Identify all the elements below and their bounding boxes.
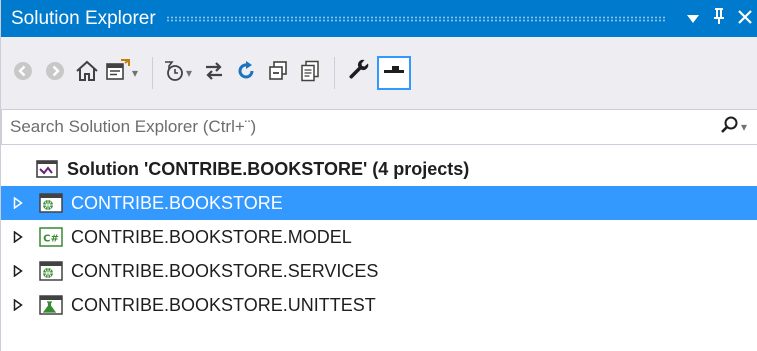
web-project-icon [39,260,63,282]
pin-button[interactable] [706,5,732,33]
drag-grip[interactable] [165,15,666,22]
web-project-icon [39,192,63,214]
close-button[interactable] [732,5,757,33]
expand-arrow-icon[interactable] [1,197,35,209]
collapse-all-button[interactable] [264,56,292,90]
back-circle-icon [13,61,33,86]
toolbar-separator [334,57,336,89]
solution-explorer-panel: Solution Explorer ▾ ▾ Search Solution Ex… [0,0,757,351]
home-button[interactable] [73,56,101,90]
properties-button[interactable] [345,56,373,90]
show-all-files-icon [299,60,321,87]
project-node[interactable]: CONTRIBE.BOOKSTORE.SERVICES [1,254,757,288]
collapse-all-icon [267,60,289,87]
solution-icon [35,158,59,180]
project-label: CONTRIBE.BOOKSTORE.MODEL [71,226,352,247]
wrench-icon [347,59,371,88]
switch-views-button[interactable]: ▾ [105,56,142,90]
chevron-down-icon: ▾ [186,66,193,80]
search-icon [720,115,740,140]
switch-views-icon [105,58,131,88]
project-node[interactable]: CONTRIBE.BOOKSTORE.UNITTEST [1,288,757,322]
solution-tree: Solution 'CONTRIBE.BOOKSTORE' (4 project… [1,152,757,322]
project-node[interactable]: C# CONTRIBE.BOOKSTORE.MODEL [1,220,757,254]
solution-label: Solution 'CONTRIBE.BOOKSTORE' (4 project… [67,158,470,179]
back-button[interactable] [9,56,37,90]
search-input[interactable] [2,116,720,138]
pin-icon [712,7,726,30]
toolbar-separator [152,57,154,89]
options-dropdown-button[interactable] [680,5,706,33]
test-project-icon [39,294,63,316]
forward-button[interactable] [41,56,69,90]
solution-node[interactable]: Solution 'CONTRIBE.BOOKSTORE' (4 project… [1,152,757,186]
project-label: CONTRIBE.BOOKSTORE.UNITTEST [71,294,376,315]
panel-title: Solution Explorer [11,7,156,29]
project-label: CONTRIBE.BOOKSTORE [71,192,283,213]
chevron-down-icon: ▾ [132,66,139,80]
close-icon [738,8,752,29]
home-icon [75,60,99,87]
preview-icon [383,64,405,83]
refresh-icon [235,60,257,87]
forward-circle-icon [45,61,65,86]
expand-arrow-icon[interactable] [1,231,35,243]
title-bar[interactable]: Solution Explorer [1,0,757,37]
svg-text:C#: C# [43,234,59,245]
project-node[interactable]: CONTRIBE.BOOKSTORE [1,186,757,220]
sync-arrows-icon [203,60,225,87]
triangle-down-icon [687,8,699,29]
sync-active-document-button[interactable] [200,56,228,90]
search-options-button[interactable]: ▾ [720,115,757,140]
toolbar: ▾ ▾ [1,37,757,109]
refresh-button[interactable] [232,56,260,90]
project-label: CONTRIBE.BOOKSTORE.SERVICES [71,260,379,281]
expand-arrow-icon[interactable] [1,265,35,277]
preview-selected-items-button[interactable] [377,56,412,90]
show-all-files-button[interactable] [296,56,324,90]
pending-changes-filter-button[interactable]: ▾ [163,56,196,90]
pending-changes-icon [163,60,185,87]
expand-arrow-icon[interactable] [1,299,35,311]
csharp-project-icon: C# [39,226,63,248]
search-box: ▾ [1,109,757,145]
chevron-down-icon: ▾ [740,120,747,134]
